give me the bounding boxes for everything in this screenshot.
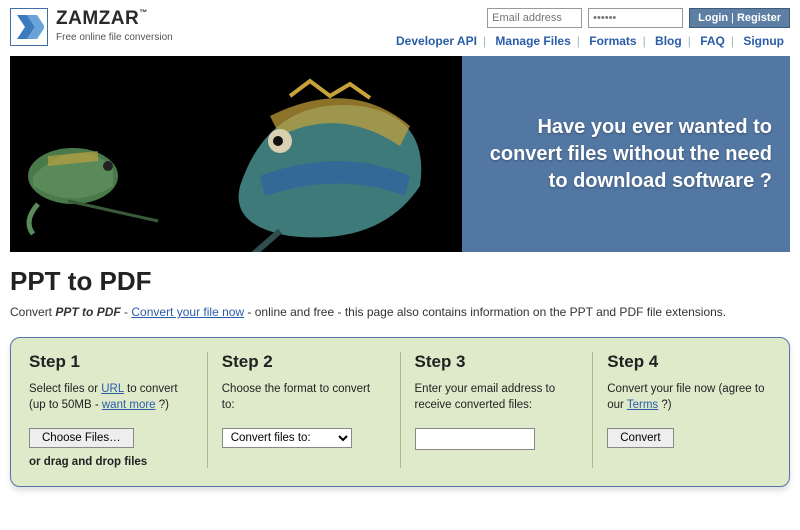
brand-tagline: Free online file conversion xyxy=(56,32,173,43)
nav-developer-api[interactable]: Developer API xyxy=(390,34,483,48)
format-select[interactable]: Convert files to: xyxy=(222,428,352,448)
step-2-desc: Choose the format to convert to: xyxy=(222,382,386,416)
top-nav: Developer API| Manage Files| Formats| Bl… xyxy=(390,34,790,48)
page-subtitle: Convert PPT to PDF - Convert your file n… xyxy=(10,305,790,319)
step-4: Step 4 Convert your file now (agree to o… xyxy=(593,352,785,468)
login-register-button[interactable]: Login|Register xyxy=(689,8,790,28)
brand: ZAMZAR™ Free online file conversion xyxy=(10,8,173,46)
step-2: Step 2 Choose the format to convert to: … xyxy=(208,352,401,468)
step-3: Step 3 Enter your email address to recei… xyxy=(401,352,594,468)
trademark: ™ xyxy=(139,8,148,17)
step-3-title: Step 3 xyxy=(415,352,579,372)
hero-image xyxy=(10,56,462,252)
chameleon-large-icon xyxy=(200,76,460,252)
convert-button[interactable]: Convert xyxy=(607,428,673,448)
step-2-title: Step 2 xyxy=(222,352,386,372)
nav-manage-files[interactable]: Manage Files xyxy=(489,34,576,48)
step-4-title: Step 4 xyxy=(607,352,771,372)
header-password-input[interactable] xyxy=(588,8,683,28)
hero-banner: Have you ever wanted to convert files wi… xyxy=(10,56,790,252)
convert-now-link[interactable]: Convert your file now xyxy=(131,305,244,319)
drag-drop-label: or drag and drop files xyxy=(29,456,193,468)
step-1-title: Step 1 xyxy=(29,352,193,372)
step-3-desc: Enter your email address to receive conv… xyxy=(415,382,579,416)
nav-faq[interactable]: FAQ xyxy=(694,34,731,48)
step-1: Step 1 Select files or URL to convert (u… xyxy=(15,352,208,468)
terms-link[interactable]: Terms xyxy=(627,399,658,411)
nav-signup[interactable]: Signup xyxy=(737,34,790,48)
header-email-input[interactable] xyxy=(487,8,582,28)
email-input[interactable] xyxy=(415,428,535,450)
page-title: PPT to PDF xyxy=(10,266,790,297)
url-link[interactable]: URL xyxy=(101,383,124,395)
nav-formats[interactable]: Formats xyxy=(583,34,642,48)
want-more-link[interactable]: want more xyxy=(102,399,156,411)
chameleon-small-icon xyxy=(18,126,168,236)
nav-blog[interactable]: Blog xyxy=(649,34,688,48)
step-1-desc: Select files or URL to convert (up to 50… xyxy=(29,382,193,416)
logo-icon xyxy=(10,8,48,46)
step-4-desc: Convert your file now (agree to our Term… xyxy=(607,382,771,416)
choose-files-button[interactable]: Choose Files… xyxy=(29,428,134,448)
brand-name: ZAMZAR xyxy=(56,8,139,29)
steps-panel: Step 1 Select files or URL to convert (u… xyxy=(10,337,790,487)
hero-headline: Have you ever wanted to convert files wi… xyxy=(472,114,772,195)
